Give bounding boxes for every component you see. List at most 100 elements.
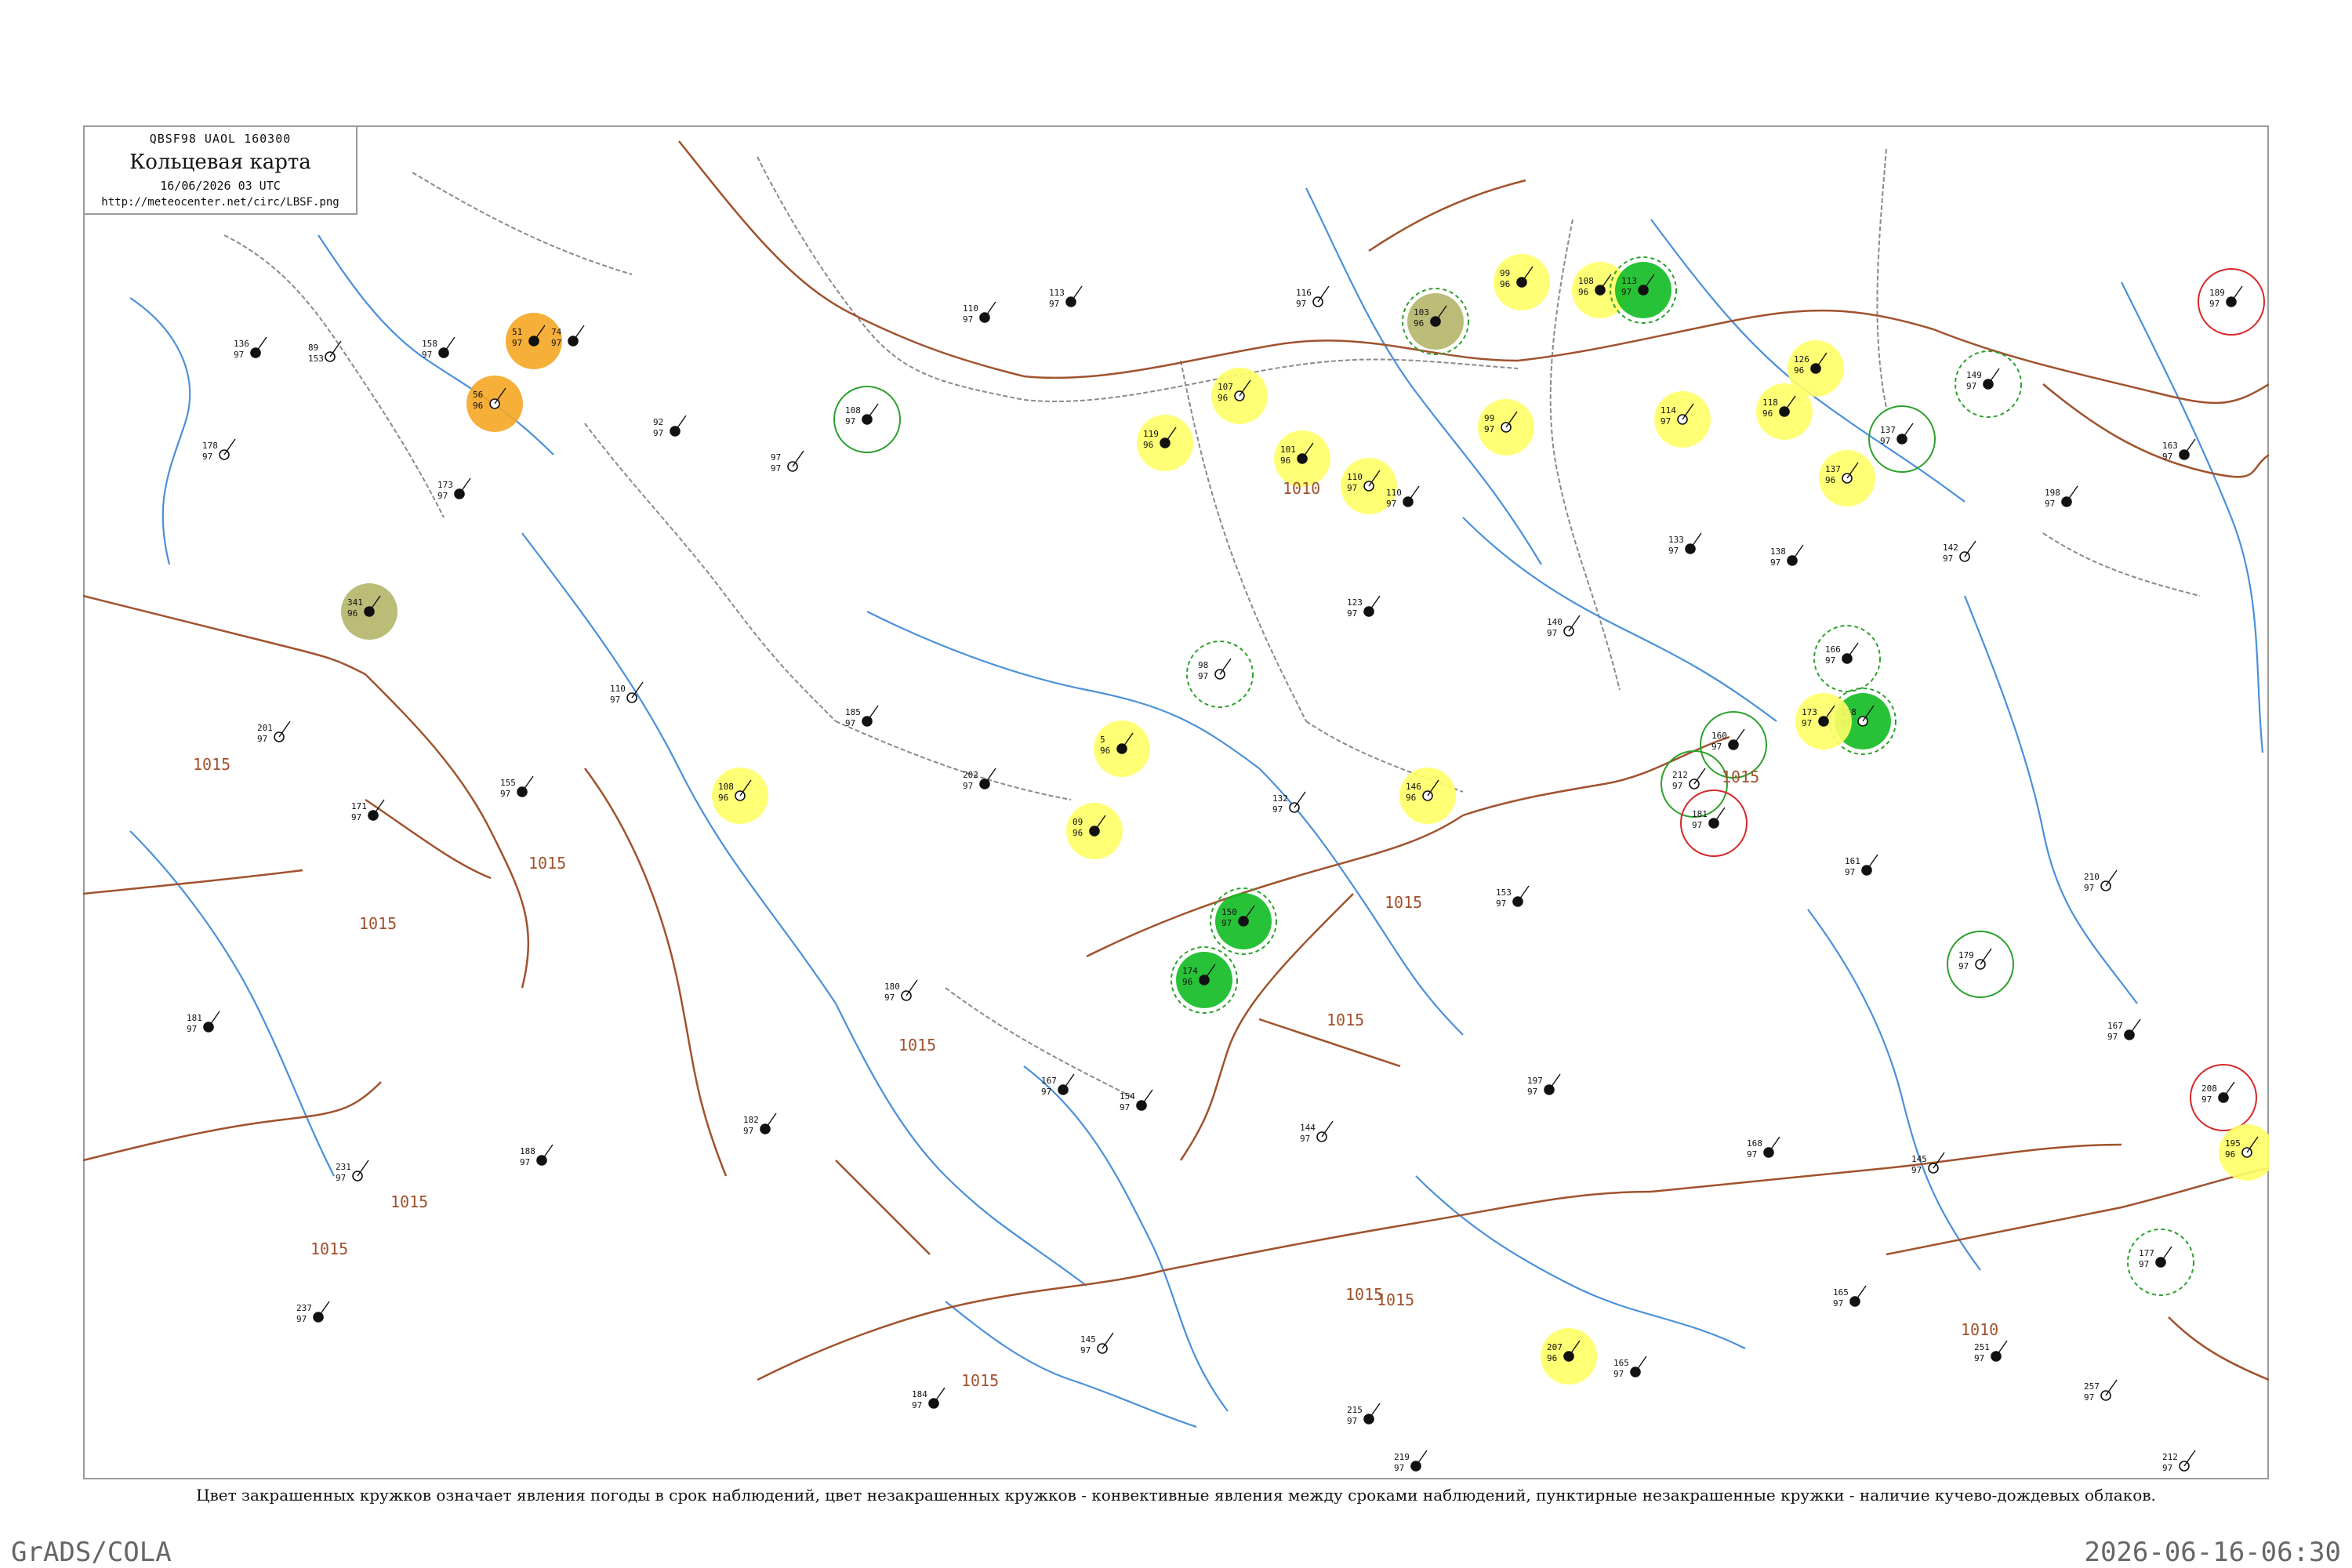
station-plot: 17797 bbox=[2127, 1229, 2194, 1296]
station-value-mid: 97 bbox=[187, 1024, 197, 1034]
station-value-top: 182 bbox=[743, 1115, 759, 1125]
station-plot: 20796 bbox=[1541, 1328, 1597, 1385]
station-value-top: 126 bbox=[1794, 354, 1809, 365]
station-plot: 10896 bbox=[712, 768, 768, 824]
station-plot: 14097 bbox=[1547, 615, 1581, 638]
station-plot: 25797 bbox=[2084, 1379, 2118, 1403]
wind-barb-icon bbox=[674, 415, 687, 432]
station-plot: 21297 bbox=[1661, 750, 1728, 818]
station-value-mid: 97 bbox=[1394, 1463, 1404, 1473]
wind-barb-icon bbox=[1368, 595, 1381, 612]
source-url[interactable]: http://meteocenter.net/circ/LBSF.png bbox=[85, 196, 356, 209]
station-plot: 16897 bbox=[1747, 1136, 1780, 1160]
wind-barb-icon bbox=[1568, 615, 1581, 632]
station-plot: 16797 bbox=[1041, 1073, 1075, 1097]
station-value-mid: 97 bbox=[1198, 671, 1208, 681]
station-plot: 18497 bbox=[912, 1387, 946, 1410]
station-value-mid: 97 bbox=[610, 695, 620, 705]
station-plot: 20197 bbox=[257, 720, 291, 744]
station-value-top: 144 bbox=[1300, 1123, 1316, 1133]
station-plot: 10897 bbox=[833, 386, 901, 453]
wind-barb-icon bbox=[1964, 540, 1976, 557]
station-value-top: 110 bbox=[1386, 488, 1402, 498]
isobar-label: 1015 bbox=[1722, 768, 1759, 786]
station-plot: 19596 bbox=[2219, 1124, 2269, 1181]
map-title: Кольцевая карта bbox=[129, 151, 311, 174]
isobar-label: 1015 bbox=[310, 1240, 348, 1258]
station-plot: 11097 bbox=[963, 301, 996, 325]
station-value-top: 257 bbox=[2084, 1381, 2100, 1392]
station-value-mid: 97 bbox=[743, 1126, 753, 1136]
station-value-top: 184 bbox=[912, 1389, 927, 1399]
wind-barb-icon bbox=[443, 336, 456, 354]
station-value-mid: 97 bbox=[1974, 1353, 1984, 1363]
station-value-top: 166 bbox=[1825, 644, 1841, 655]
station-plot: 15497 bbox=[1120, 1089, 1153, 1112]
station-value-mid: 97 bbox=[1825, 655, 1835, 666]
station-value-top: 208 bbox=[2201, 1083, 2217, 1094]
station-value-mid: 97 bbox=[1880, 436, 1890, 446]
footer-timestamp: 2026-06-16-06:30 bbox=[2084, 1537, 2341, 1568]
wind-barb-icon bbox=[2223, 1081, 2235, 1098]
station-value-top: 97 bbox=[771, 452, 781, 463]
station-value-top: 132 bbox=[1272, 793, 1288, 804]
station-value-mid: 97 bbox=[1692, 820, 1702, 830]
station-value-top: 160 bbox=[1711, 731, 1727, 741]
station-plot: 7497 bbox=[551, 325, 585, 348]
station-plot: 5696 bbox=[466, 376, 523, 432]
wind-barb-icon bbox=[208, 1011, 220, 1028]
wind-barb-icon bbox=[1415, 1450, 1428, 1467]
station-value-mid: 97 bbox=[257, 734, 267, 744]
station-value-top: 140 bbox=[1547, 617, 1563, 627]
station-value-top: 98 bbox=[1198, 660, 1208, 670]
station-plot: 11697 bbox=[1296, 285, 1330, 309]
station-value-top: 158 bbox=[422, 339, 437, 349]
station-value-mid: 97 bbox=[1296, 299, 1306, 309]
station-plot: 9997 bbox=[1478, 399, 1534, 456]
wind-barb-icon bbox=[223, 438, 236, 456]
station-plot: 11097 bbox=[610, 681, 644, 705]
footer-software-credit: GrADS/COLA bbox=[11, 1537, 172, 1568]
wind-barb-icon bbox=[2183, 1450, 2196, 1467]
station-value-mid: 97 bbox=[2201, 1094, 2212, 1105]
station-plot: 17496 bbox=[1171, 946, 1238, 1014]
station-plot: 13397 bbox=[1668, 532, 1702, 556]
station-value-mid: 97 bbox=[1661, 416, 1671, 426]
isobar-label: 1015 bbox=[528, 854, 566, 873]
station-value-mid: 97 bbox=[1080, 1345, 1091, 1356]
wind-barb-icon bbox=[1901, 423, 1914, 440]
station-plot: 21097 bbox=[2084, 869, 2118, 893]
station-value-top: 181 bbox=[1692, 809, 1708, 819]
station-plot: 13297 bbox=[1272, 791, 1306, 815]
station-plot: 18197 bbox=[187, 1011, 220, 1034]
station-value-top: 178 bbox=[202, 441, 218, 451]
isobar-label: 1015 bbox=[1385, 893, 1422, 912]
wind-barb-icon bbox=[906, 979, 918, 996]
wind-barb-icon bbox=[1995, 1340, 2008, 1357]
station-value-mid: 97 bbox=[1041, 1087, 1051, 1097]
wind-barb-icon bbox=[2105, 869, 2118, 887]
station-value-mid: 96 bbox=[718, 793, 728, 803]
station-value-mid: 97 bbox=[1300, 1134, 1310, 1144]
station-value-mid: 97 bbox=[1770, 557, 1780, 568]
station-value-mid: 97 bbox=[1943, 554, 1953, 564]
wind-barb-icon bbox=[933, 1387, 946, 1404]
station-value-top: 202 bbox=[963, 770, 978, 780]
station-value-mid: 97 bbox=[1911, 1165, 1922, 1175]
station-plot: 19797 bbox=[1527, 1073, 1561, 1097]
station-value-top: 215 bbox=[1347, 1405, 1363, 1415]
station-plot: 16397 bbox=[2162, 438, 2196, 462]
station-value-mid: 96 bbox=[1280, 456, 1290, 466]
station-value-top: 237 bbox=[296, 1303, 312, 1313]
station-value-mid: 97 bbox=[1347, 608, 1357, 619]
wind-barb-icon bbox=[1854, 1285, 1867, 1302]
bulletin-code: QBSF98 UAOL 160300 bbox=[149, 132, 292, 146]
station-value-mid: 97 bbox=[1120, 1102, 1130, 1112]
station-value-top: 207 bbox=[1547, 1342, 1563, 1352]
station-value-top: 180 bbox=[884, 982, 900, 992]
station-value-top: 51 bbox=[512, 327, 522, 337]
wind-barb-icon bbox=[1062, 1073, 1075, 1091]
station-plot: 11397 bbox=[1049, 285, 1083, 309]
station-plot: 18897 bbox=[520, 1144, 554, 1167]
station-value-mid: 97 bbox=[1668, 546, 1679, 556]
